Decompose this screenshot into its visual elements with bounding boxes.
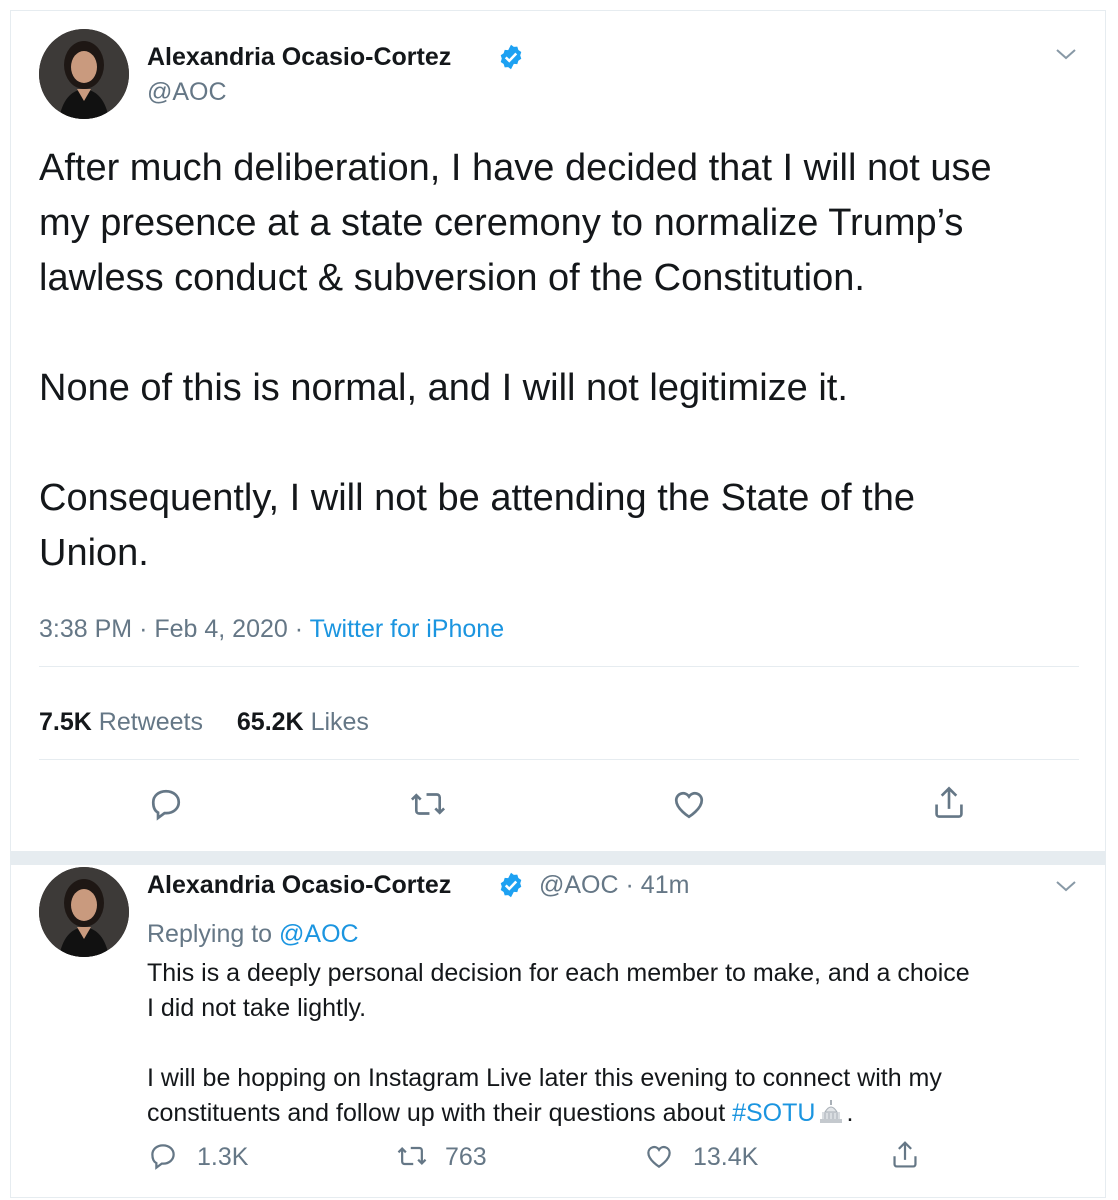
author-name[interactable]: Alexandria Ocasio-Cortez [147, 43, 451, 72]
chevron-down-icon[interactable] [1055, 879, 1077, 893]
like-icon[interactable] [643, 1141, 675, 1171]
tweet-frame: Alexandria Ocasio-Cortez @AOC After much… [10, 10, 1106, 1198]
reply-author-handle[interactable]: @AOC [539, 871, 619, 899]
reply-meta: @AOC · 41m [539, 871, 689, 900]
meta-separator: · [139, 615, 148, 643]
like-count[interactable]: 13.4K [693, 1143, 758, 1172]
avatar[interactable] [39, 29, 129, 119]
reply-icon[interactable] [148, 1141, 178, 1171]
avatar[interactable] [39, 867, 129, 957]
author-handle[interactable]: @AOC [147, 78, 227, 107]
reply-text-end: . [846, 1099, 854, 1127]
like-icon[interactable] [670, 786, 708, 822]
replying-label: Replying to [147, 920, 273, 948]
chevron-down-icon[interactable] [1055, 47, 1077, 61]
reply-time[interactable]: 41m [641, 871, 690, 899]
retweets-stat[interactable]: 7.5K Retweets [39, 708, 203, 736]
share-icon[interactable] [890, 1139, 920, 1171]
tweet-time[interactable]: 3:38 PM [39, 615, 132, 643]
likes-stat[interactable]: 65.2K Likes [237, 708, 369, 736]
tweet-meta: 3:38 PM · Feb 4, 2020 · Twitter for iPho… [39, 615, 504, 644]
reply-icon[interactable] [148, 786, 184, 822]
meta-separator: · [294, 615, 304, 643]
reply-count[interactable]: 1.3K [197, 1143, 248, 1172]
reply-author-name[interactable]: Alexandria Ocasio-Cortez [147, 871, 451, 900]
tweet-source-link[interactable]: Twitter for iPhone [310, 615, 505, 643]
divider [39, 666, 1079, 667]
retweet-icon[interactable] [409, 786, 447, 822]
hashtag-link[interactable]: #SOTU [732, 1099, 815, 1127]
retweet-icon[interactable] [396, 1141, 428, 1171]
divider [39, 759, 1079, 760]
reply-text: This is a deeply personal decision for e… [147, 956, 1087, 1131]
verified-badge-icon [500, 44, 522, 70]
tweet-stats: 7.5K Retweets 65.2K Likes [39, 708, 369, 737]
replying-to-link[interactable]: @AOC [279, 920, 359, 948]
tweet-text: After much deliberation, I have decided … [39, 147, 992, 574]
retweet-count[interactable]: 763 [445, 1143, 487, 1172]
share-icon[interactable] [931, 784, 967, 822]
verified-badge-icon [500, 872, 522, 898]
capitol-emoji-icon [820, 1100, 843, 1123]
tweet-date[interactable]: Feb 4, 2020 [154, 615, 287, 643]
thread-divider [11, 851, 1105, 865]
meta-separator: · [625, 871, 634, 899]
replying-to: Replying to @AOC [147, 920, 359, 949]
